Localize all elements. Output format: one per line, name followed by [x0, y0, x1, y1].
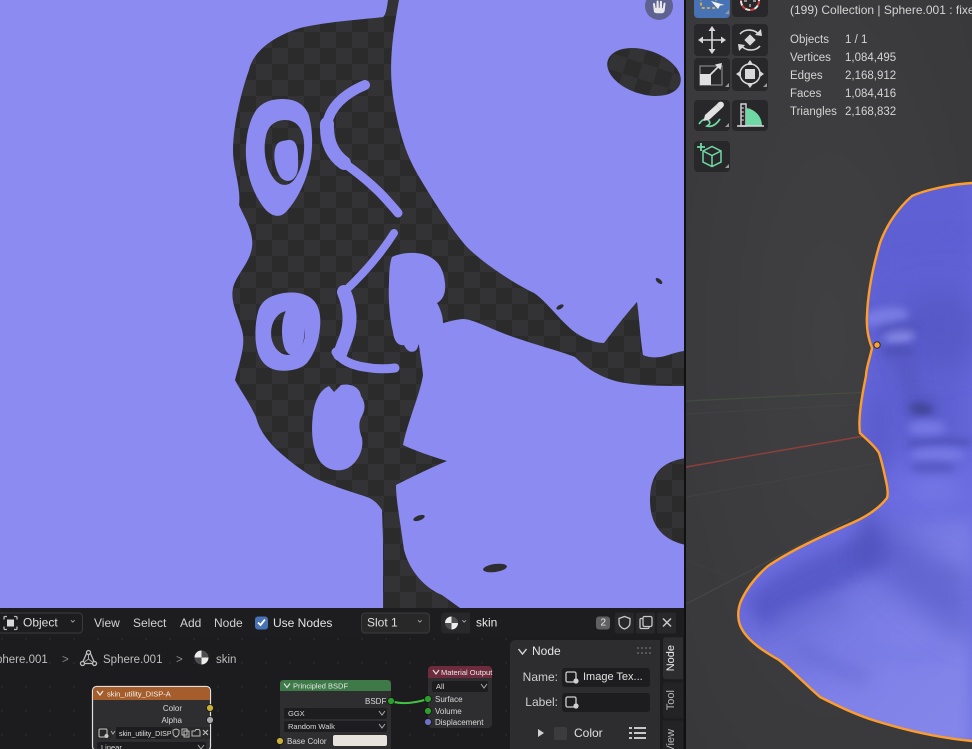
svg-text:(199) Collection | Sphere.001: (199) Collection | Sphere.001 : fixes	[790, 3, 972, 17]
svg-text:2,168,912: 2,168,912	[845, 70, 896, 82]
svg-text:2,168,832: 2,168,832	[845, 106, 896, 118]
svg-text:phere.001: phere.001	[0, 654, 48, 666]
svg-text:>: >	[176, 654, 183, 666]
svg-text:skin_utility_DISP-A: skin_utility_DISP-A	[119, 731, 179, 738]
svg-text:All: All	[436, 682, 445, 691]
svg-text:BSDF: BSDF	[365, 697, 386, 706]
svg-text:Faces: Faces	[790, 88, 822, 100]
svg-text:Material Output: Material Output	[441, 668, 493, 677]
svg-text:Objects: Objects	[790, 34, 829, 46]
svg-text:Principled BSDF: Principled BSDF	[293, 682, 348, 691]
svg-text:GGX: GGX	[288, 709, 305, 718]
svg-text:Triangles: Triangles	[790, 106, 837, 118]
svg-text:skin: skin	[216, 654, 236, 666]
svg-text:Volume: Volume	[435, 707, 462, 716]
svg-text:Edges: Edges	[790, 70, 823, 82]
svg-text:1,084,416: 1,084,416	[845, 88, 896, 100]
svg-text:Alpha: Alpha	[162, 716, 183, 725]
svg-text:Random Walk: Random Walk	[288, 722, 335, 731]
svg-text:Sphere.001: Sphere.001	[103, 654, 162, 666]
svg-text:1,084,495: 1,084,495	[845, 52, 896, 64]
svg-text:Surface: Surface	[435, 695, 463, 704]
svg-text:1 / 1: 1 / 1	[845, 34, 867, 46]
svg-text:Linear: Linear	[101, 743, 122, 749]
svg-text:Base Color: Base Color	[287, 737, 327, 746]
svg-text:>: >	[62, 654, 69, 666]
svg-text:skin_utility_DISP-A: skin_utility_DISP-A	[107, 690, 171, 699]
svg-text:Vertices: Vertices	[790, 52, 831, 64]
svg-text:Color: Color	[163, 704, 182, 713]
svg-text:Displacement: Displacement	[435, 718, 484, 727]
